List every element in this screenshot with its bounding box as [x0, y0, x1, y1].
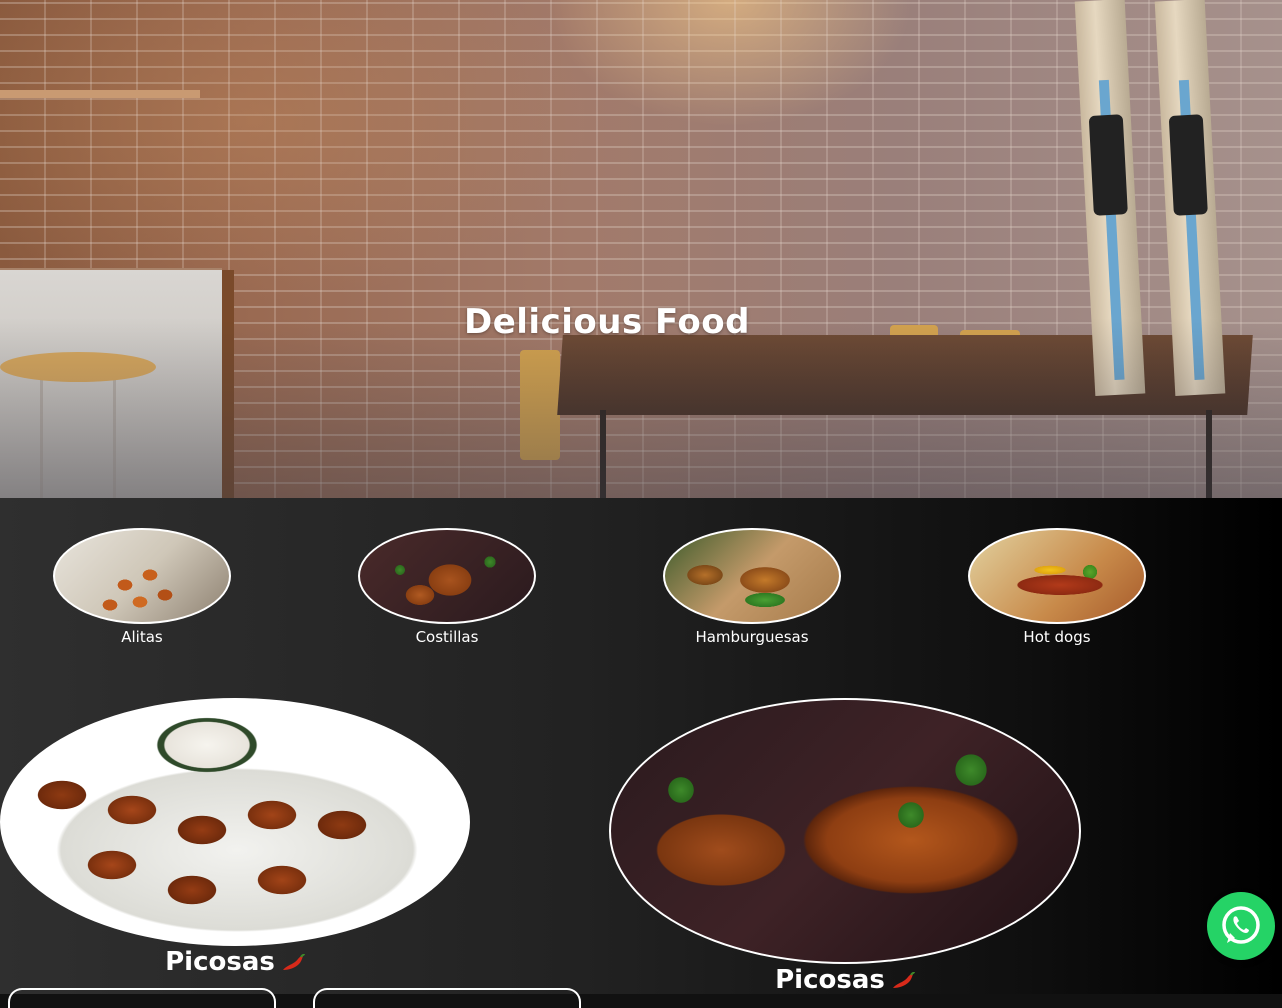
featured-wings[interactable]: Picosas — [0, 698, 470, 977]
ski-binding — [1088, 114, 1128, 216]
chili-pepper-icon — [282, 953, 305, 970]
featured-label-text: Picosas — [165, 947, 275, 977]
whatsapp-button[interactable] — [1207, 892, 1275, 960]
ribs-feature-photo[interactable] — [609, 698, 1081, 964]
hero-shade — [0, 318, 1282, 498]
category-alitas[interactable]: Alitas — [52, 528, 232, 646]
ribs-photo[interactable] — [358, 528, 536, 624]
wings-feature-photo[interactable] — [0, 698, 470, 946]
hero-banner: Delicious Food — [0, 0, 1282, 498]
featured-label: Picosas — [775, 965, 915, 995]
featured-ribs[interactable]: Picosas — [609, 698, 1081, 995]
burgers-photo[interactable] — [663, 528, 841, 624]
hero-title: Delicious Food — [464, 302, 750, 342]
category-label[interactable]: Hamburguesas — [662, 628, 842, 646]
hotdogs-photo[interactable] — [968, 528, 1146, 624]
option-pill[interactable] — [313, 988, 581, 1008]
wings-photo[interactable] — [53, 528, 231, 624]
category-label[interactable]: Costillas — [357, 628, 537, 646]
category-label[interactable]: Hot dogs — [967, 628, 1147, 646]
category-label[interactable]: Alitas — [52, 628, 232, 646]
option-pill[interactable] — [8, 988, 276, 1008]
menu-section: Alitas Costillas Hamburguesas Hot dogs P… — [0, 498, 1282, 1008]
chili-pepper-icon — [892, 971, 915, 988]
category-hamburguesas[interactable]: Hamburguesas — [662, 528, 842, 646]
ski-binding — [1168, 114, 1208, 216]
wall-shelf — [0, 90, 200, 98]
featured-label-text: Picosas — [775, 965, 885, 995]
featured-label: Picosas — [165, 947, 305, 977]
whatsapp-icon — [1222, 906, 1260, 944]
category-costillas[interactable]: Costillas — [357, 528, 537, 646]
category-hot-dogs[interactable]: Hot dogs — [967, 528, 1147, 646]
